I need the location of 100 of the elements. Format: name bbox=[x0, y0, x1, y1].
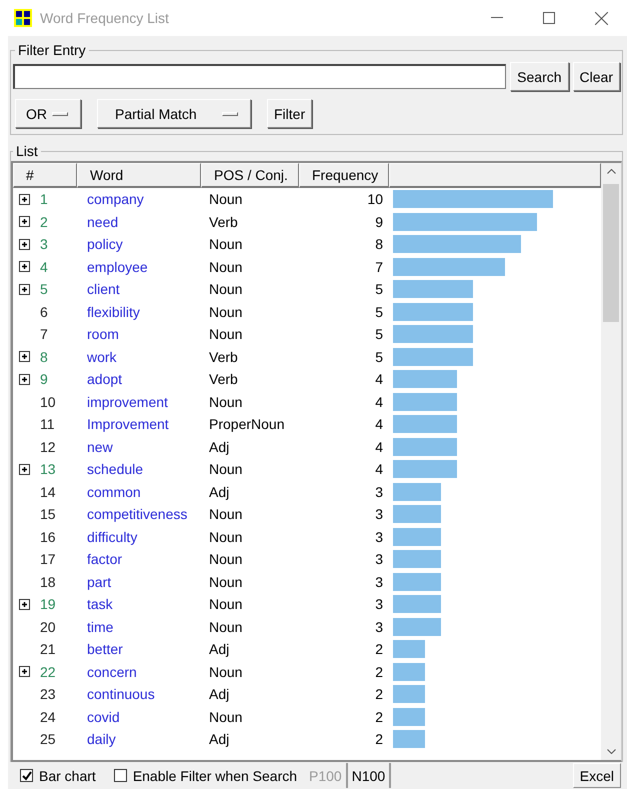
pos-cell-text: Adj bbox=[208, 686, 230, 702]
scroll-down-icon[interactable] bbox=[606, 749, 616, 754]
pos-cell-text: Verb bbox=[208, 371, 239, 388]
word-cell[interactable]: employee bbox=[77, 258, 201, 275]
pos-cell-text: Noun bbox=[208, 664, 244, 680]
row-number: 6 bbox=[40, 304, 48, 320]
column-header[interactable]: Frequency bbox=[299, 163, 389, 188]
logic-dropdown[interactable]: OR bbox=[15, 99, 81, 128]
scrollbar[interactable] bbox=[601, 163, 621, 760]
frequency-cell-text: 4 bbox=[374, 461, 384, 478]
column-header[interactable]: POS / Conj. bbox=[201, 163, 299, 188]
pos-cell-text: Noun bbox=[208, 394, 244, 410]
checkbox-box[interactable] bbox=[20, 769, 33, 782]
filter-input[interactable] bbox=[13, 64, 506, 89]
expand-icon[interactable] bbox=[19, 261, 30, 272]
word-cell[interactable]: improvement bbox=[77, 394, 201, 410]
pos-cell-text: ProperNoun bbox=[208, 416, 286, 432]
word-cell[interactable]: policy bbox=[77, 236, 201, 252]
word-cell[interactable]: room bbox=[77, 326, 201, 342]
frequency-cell-text: 2 bbox=[374, 708, 384, 725]
word-cell[interactable]: better bbox=[77, 641, 201, 658]
row-number: 20 bbox=[40, 618, 56, 635]
row-number: 15 bbox=[40, 506, 56, 522]
expand-icon[interactable] bbox=[19, 598, 30, 610]
column-header[interactable]: Word bbox=[77, 163, 201, 188]
match-dropdown[interactable]: Partial Match bbox=[97, 99, 251, 128]
frequency-bar bbox=[393, 528, 441, 546]
row-number: 7 bbox=[40, 326, 48, 342]
expand-icon[interactable] bbox=[19, 194, 30, 205]
checkbox-box[interactable] bbox=[114, 769, 127, 782]
frequency-cell-text: 2 bbox=[374, 664, 384, 680]
checkbox[interactable]: Bar chart bbox=[20, 768, 96, 784]
word-cell[interactable]: factor bbox=[77, 551, 201, 568]
frequency-cell-text: 2 bbox=[374, 686, 384, 702]
excel-button[interactable]: Excel bbox=[572, 763, 621, 788]
word-cell[interactable]: work bbox=[77, 348, 201, 365]
frequency-bar bbox=[393, 505, 441, 524]
pos-cell-text: Noun bbox=[208, 281, 244, 298]
pos-cell-text: Verb bbox=[208, 348, 239, 365]
frequency-cell-text: 5 bbox=[374, 348, 384, 365]
clear-button[interactable]: Clear bbox=[572, 62, 620, 91]
row-number: 24 bbox=[40, 708, 56, 725]
frequency-cell-text: 2 bbox=[374, 641, 384, 658]
row-number: 10 bbox=[40, 394, 56, 410]
search-button[interactable]: Search bbox=[510, 62, 569, 91]
word-cell[interactable]: task bbox=[77, 596, 201, 612]
row-number: 22 bbox=[40, 664, 56, 680]
frequency-bar bbox=[393, 482, 441, 501]
frequency-cell-text: 4 bbox=[374, 371, 384, 388]
group-title: List bbox=[15, 143, 39, 159]
word-cell[interactable]: schedule bbox=[77, 461, 201, 478]
frequency-bar bbox=[393, 595, 441, 614]
word-cell[interactable]: flexibility bbox=[77, 304, 201, 320]
frequency-bar bbox=[393, 415, 457, 434]
expand-icon[interactable] bbox=[19, 216, 30, 228]
word-cell[interactable]: time bbox=[77, 618, 201, 635]
word-cell[interactable]: adopt bbox=[77, 371, 201, 388]
pos-cell-text: Adj bbox=[208, 641, 230, 658]
word-cell[interactable]: company bbox=[77, 191, 201, 208]
word-cell[interactable]: difficulty bbox=[77, 528, 201, 545]
frequency-cell-text: 8 bbox=[374, 236, 384, 252]
row-number: 8 bbox=[40, 348, 48, 365]
pos-cell-text: Noun bbox=[208, 191, 244, 208]
row-number: 1 bbox=[40, 191, 48, 208]
column-header[interactable]: # bbox=[13, 163, 77, 188]
word-cell[interactable]: common bbox=[77, 484, 201, 500]
pos-cell-text: Noun bbox=[208, 304, 244, 320]
word-cell[interactable]: new bbox=[77, 438, 201, 455]
expand-icon[interactable] bbox=[19, 351, 30, 362]
frequency-cell-text: 3 bbox=[374, 596, 384, 612]
row-number: 12 bbox=[40, 438, 56, 455]
frequency-cell-text: 3 bbox=[374, 484, 384, 500]
app-icon bbox=[14, 9, 32, 27]
frequency-cell-text: 7 bbox=[374, 258, 384, 275]
word-cell[interactable]: need bbox=[77, 214, 201, 230]
column-header[interactable] bbox=[389, 163, 601, 188]
frequency-bar bbox=[393, 618, 441, 636]
pos-cell-text: Noun bbox=[208, 574, 244, 590]
frequency-cell-text: 10 bbox=[366, 191, 384, 208]
expand-icon[interactable] bbox=[19, 284, 30, 295]
scroll-up-icon[interactable] bbox=[606, 169, 616, 174]
word-cell[interactable]: part bbox=[77, 574, 201, 590]
expand-icon[interactable] bbox=[19, 666, 30, 678]
word-cell[interactable]: covid bbox=[77, 708, 201, 725]
expand-icon[interactable] bbox=[19, 464, 30, 475]
expand-icon[interactable] bbox=[19, 374, 30, 385]
word-cell[interactable]: competitiveness bbox=[77, 506, 201, 522]
pos-cell-text: Noun bbox=[208, 506, 244, 522]
frequency-bar bbox=[393, 392, 457, 411]
word-cell[interactable]: continuous bbox=[77, 686, 201, 702]
word-cell[interactable]: daily bbox=[77, 731, 201, 748]
word-cell[interactable]: concern bbox=[77, 664, 201, 680]
expand-icon[interactable] bbox=[19, 238, 30, 250]
row-number: 13 bbox=[40, 461, 56, 478]
pos-cell-text: Adj bbox=[208, 438, 230, 455]
group-title: Filter Entry bbox=[17, 42, 87, 58]
word-cell[interactable]: Improvement bbox=[77, 416, 201, 432]
word-cell[interactable]: client bbox=[77, 281, 201, 298]
scroll-thumb[interactable] bbox=[603, 184, 619, 322]
filter-button[interactable]: Filter bbox=[267, 99, 312, 128]
